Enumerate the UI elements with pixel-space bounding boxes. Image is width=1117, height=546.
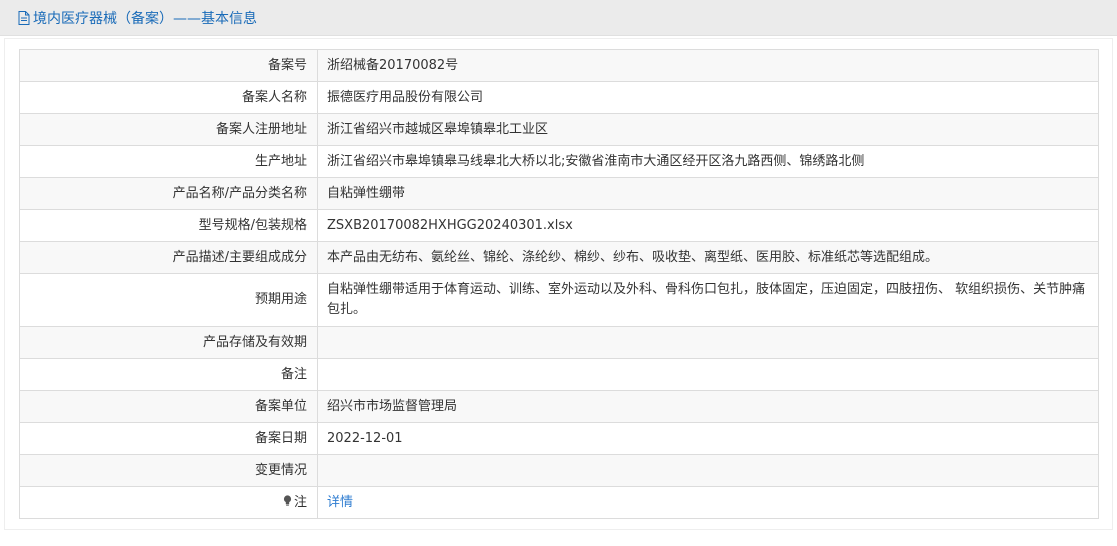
row-value	[317, 326, 1099, 359]
table-row: 备案日期 2022-12-01	[19, 422, 1099, 455]
page: 境内医疗器械（备案）——基本信息 备案号 浙绍械备20170082号 备案人名称…	[0, 0, 1117, 546]
row-value: 绍兴市市场监督管理局	[317, 390, 1099, 423]
page-title: 境内医疗器械（备案）——基本信息	[33, 11, 257, 27]
table-row: 产品存储及有效期	[19, 326, 1099, 359]
row-label: 备案号	[19, 49, 318, 82]
page-title-wrap: 境内医疗器械（备案）——基本信息	[18, 0, 257, 36]
info-panel: 备案号 浙绍械备20170082号 备案人名称 振德医疗用品股份有限公司 备案人…	[4, 38, 1113, 530]
row-value: 浙江省绍兴市皋埠镇皋马线皋北大桥以北;安徽省淮南市大通区经开区洛九路西侧、锦绣路…	[317, 145, 1099, 178]
row-label: 变更情况	[19, 454, 318, 487]
row-value: 振德医疗用品股份有限公司	[317, 81, 1099, 114]
row-label: 备注	[19, 358, 318, 391]
info-table: 备案号 浙绍械备20170082号 备案人名称 振德医疗用品股份有限公司 备案人…	[19, 49, 1099, 519]
row-value: 自粘弹性绷带	[317, 177, 1099, 210]
row-label: 备案人注册地址	[19, 113, 318, 146]
table-row: 备注	[19, 358, 1099, 391]
row-label: 产品存储及有效期	[19, 326, 318, 359]
document-icon	[18, 11, 30, 25]
row-label: 产品描述/主要组成成分	[19, 241, 318, 274]
lightbulb-icon	[283, 494, 292, 506]
row-label: 型号规格/包装规格	[19, 209, 318, 242]
table-row: 产品描述/主要组成成分 本产品由无纺布、氨纶丝、锦纶、涤纶纱、棉纱、纱布、吸收垫…	[19, 241, 1099, 274]
row-value: 本产品由无纺布、氨纶丝、锦纶、涤纶纱、棉纱、纱布、吸收垫、离型纸、医用胶、标准纸…	[317, 241, 1099, 274]
header-bar: 境内医疗器械（备案）——基本信息	[0, 0, 1117, 36]
row-value	[317, 454, 1099, 487]
table-row: 备案单位 绍兴市市场监督管理局	[19, 390, 1099, 423]
row-value: 浙绍械备20170082号	[317, 49, 1099, 82]
table-row: 备案人名称 振德医疗用品股份有限公司	[19, 81, 1099, 114]
table-row: 产品名称/产品分类名称 自粘弹性绷带	[19, 177, 1099, 210]
table-row: 备案人注册地址 浙江省绍兴市越城区皋埠镇皋北工业区	[19, 113, 1099, 146]
table-row: 生产地址 浙江省绍兴市皋埠镇皋马线皋北大桥以北;安徽省淮南市大通区经开区洛九路西…	[19, 145, 1099, 178]
row-value: 浙江省绍兴市越城区皋埠镇皋北工业区	[317, 113, 1099, 146]
row-label: 产品名称/产品分类名称	[19, 177, 318, 210]
row-value: ZSXB20170082HXHGG20240301.xlsx	[317, 209, 1099, 242]
table-row: 变更情况	[19, 454, 1099, 487]
note-label: 注	[293, 494, 307, 510]
row-value: 2022-12-01	[317, 422, 1099, 455]
row-label: 生产地址	[19, 145, 318, 178]
row-label: 备案人名称	[19, 81, 318, 114]
row-label: 备案日期	[19, 422, 318, 455]
row-value	[317, 358, 1099, 391]
row-label: 预期用途	[19, 273, 318, 327]
table-row: 型号规格/包装规格 ZSXB20170082HXHGG20240301.xlsx	[19, 209, 1099, 242]
note-value-cell: 详情	[317, 486, 1099, 519]
table-row: 预期用途 自粘弹性绷带适用于体育运动、训练、室外运动以及外科、骨科伤口包扎，肢体…	[19, 273, 1099, 327]
note-row: 注 详情	[19, 486, 1099, 519]
details-link[interactable]: 详情	[327, 495, 353, 510]
row-label: 备案单位	[19, 390, 318, 423]
row-value: 自粘弹性绷带适用于体育运动、训练、室外运动以及外科、骨科伤口包扎，肢体固定，压迫…	[317, 273, 1099, 327]
note-label-cell: 注	[19, 486, 318, 519]
table-row: 备案号 浙绍械备20170082号	[19, 49, 1099, 82]
